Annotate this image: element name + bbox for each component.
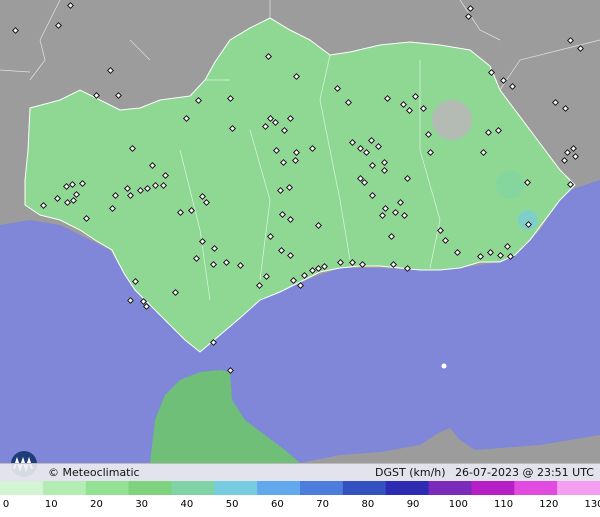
scale-tick-label: 130: [584, 499, 600, 510]
scale-tick-label: 90: [406, 499, 420, 510]
scale-tick-label: 110: [493, 499, 514, 510]
sierra-nevada-mask: [432, 100, 472, 140]
scale-segment: [171, 481, 215, 495]
variable-label: DGST (km/h): [375, 466, 446, 479]
scale-segment: [557, 481, 600, 495]
scale-segment: [257, 481, 301, 495]
scale-tick-label: 80: [361, 499, 375, 510]
scale-tick-label: 120: [539, 499, 559, 510]
scale-segment: [0, 481, 44, 495]
scale-segment: [128, 481, 172, 495]
gust-hotspot-inland: [496, 171, 524, 199]
wind-gust-map: © Meteoclimatic DGST (km/h) 26-07-2023 @…: [0, 0, 600, 517]
scale-segment: [471, 481, 515, 495]
info-bar: © Meteoclimatic DGST (km/h) 26-07-2023 @…: [0, 463, 600, 482]
map-base: [0, 0, 600, 481]
island-alboran: [441, 363, 447, 369]
scale-tick-label: 100: [448, 499, 468, 510]
scale-segment: [342, 481, 387, 495]
scale-tick-label: 20: [90, 499, 103, 510]
color-scale-bar: [0, 481, 600, 495]
info-right: DGST (km/h) 26-07-2023 @ 23:51 UTC: [369, 466, 594, 479]
scale-tick-label: 60: [271, 499, 284, 510]
scale-tick-label: 0: [2, 499, 10, 510]
scale-tick-label: 70: [316, 499, 329, 510]
credit-label: © Meteoclimatic: [48, 466, 140, 479]
scale-tick-label: 30: [135, 499, 149, 510]
scale-tick-label: 10: [44, 499, 58, 510]
scale-segment: [514, 481, 558, 495]
scale-segment: [300, 481, 344, 495]
datetime-label: 26-07-2023 @ 23:51 UTC: [455, 466, 594, 479]
scale-segment: [385, 481, 430, 495]
color-scale: 0 10 20 30 40 50 60 70 80 90 100 110 120 130: [0, 481, 600, 517]
scale-tick-label: 40: [180, 499, 194, 510]
scale-segment: [214, 481, 258, 495]
scale-segment: [428, 481, 472, 495]
scale-segment: [85, 481, 130, 495]
scale-tick-label: 50: [225, 499, 239, 510]
scale-segment: [42, 481, 87, 495]
